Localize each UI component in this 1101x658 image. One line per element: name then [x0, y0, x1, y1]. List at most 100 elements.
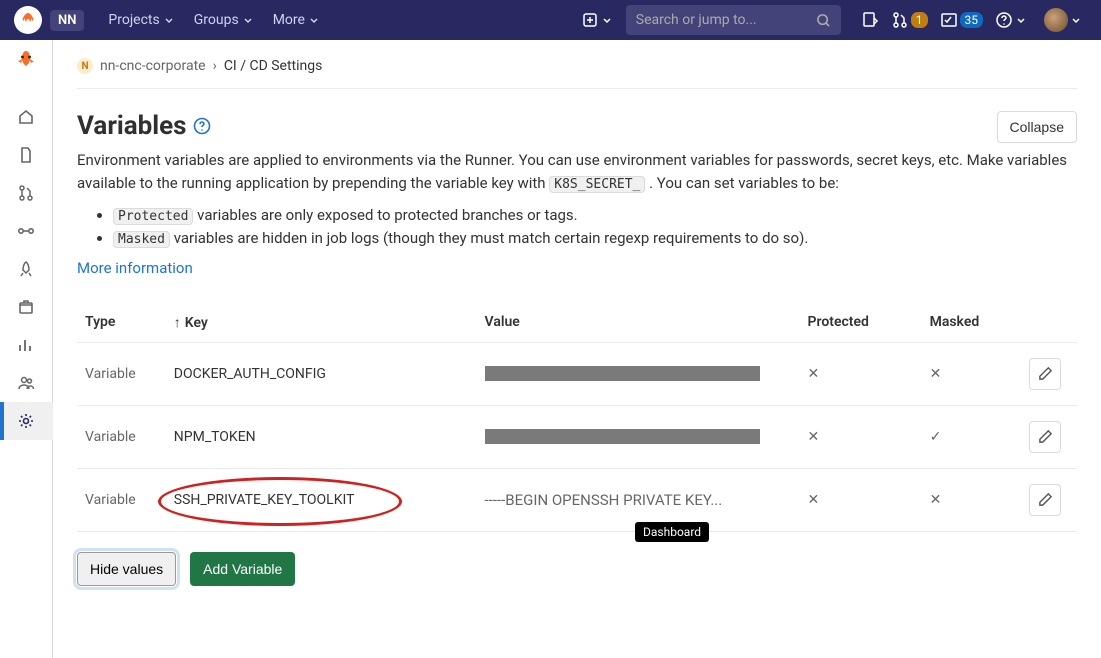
cell-masked: ✕	[922, 468, 1022, 531]
user-avatar	[1044, 8, 1068, 32]
nav-more-label: More	[273, 12, 305, 28]
pencil-icon	[1038, 366, 1053, 381]
nav-groups-label: Groups	[194, 12, 239, 28]
nav-groups[interactable]: Groups	[184, 12, 263, 28]
search-input[interactable]: Search or jump to...	[626, 5, 841, 35]
circled-highlight: SSH_PRIVATE_KEY_TOOLKIT	[174, 492, 355, 508]
col-masked[interactable]: Masked	[922, 303, 1022, 343]
sidebar-members[interactable]	[0, 364, 53, 402]
cell-value	[477, 405, 800, 468]
cell-key: DOCKER_AUTH_CONFIG	[166, 342, 477, 405]
cell-key: SSH_PRIVATE_KEY_TOOLKIT	[166, 468, 477, 531]
edit-button[interactable]	[1029, 421, 1061, 453]
sidebar-deployments[interactable]	[0, 250, 53, 288]
cell-actions	[1021, 405, 1077, 468]
cell-protected: ✕	[800, 342, 922, 405]
protected-code: Protected	[113, 208, 193, 225]
help-dropdown[interactable]	[995, 11, 1026, 29]
rocket-icon	[17, 260, 35, 278]
gear-icon	[17, 412, 35, 430]
nav-more[interactable]: More	[263, 12, 329, 28]
chevron-down-icon	[1071, 15, 1081, 25]
list-item: Masked variables are hidden in job logs …	[113, 229, 1077, 247]
more-information-link[interactable]: More information	[77, 259, 193, 277]
sidebar-settings[interactable]	[0, 402, 53, 440]
x-icon: ✕	[808, 492, 820, 508]
x-icon: ✕	[808, 429, 820, 445]
help-icon	[995, 11, 1013, 29]
search-icon	[816, 13, 831, 28]
chevron-down-icon	[243, 15, 253, 25]
col-key[interactable]: ↑Key	[166, 303, 477, 343]
sidebar-analytics[interactable]	[0, 326, 53, 364]
merge-requests-link[interactable]: 1	[891, 11, 928, 29]
hide-values-button[interactable]: Hide values	[77, 552, 176, 586]
table-row: Variable SSH_PRIVATE_KEY_TOOLKIT -----BE…	[77, 468, 1077, 531]
home-link[interactable]: NN	[50, 10, 84, 31]
merge-request-icon	[891, 11, 909, 29]
new-dropdown[interactable]	[582, 12, 612, 28]
chevron-down-icon	[309, 15, 319, 25]
cell-masked: ✕	[922, 342, 1022, 405]
search-placeholder: Search or jump to...	[636, 12, 816, 28]
cell-actions	[1021, 342, 1077, 405]
help-icon[interactable]	[193, 117, 211, 135]
col-actions	[1021, 303, 1077, 343]
check-icon: ✓	[930, 429, 942, 445]
cell-value	[477, 342, 800, 405]
value-text: -----BEGIN OPENSSH PRIVATE KEY...	[485, 491, 723, 509]
sidebar-cicd[interactable]	[0, 212, 53, 250]
app-logo[interactable]	[14, 6, 42, 34]
x-icon: ✕	[930, 366, 942, 382]
sidebar-overview[interactable]	[0, 98, 53, 136]
variables-table: Type ↑Key Value Protected Masked Variabl…	[77, 303, 1077, 532]
mr-count-badge: 1	[911, 12, 928, 28]
desc-code: K8S_SECRET_	[549, 176, 645, 193]
issues-link[interactable]	[861, 11, 879, 29]
chevron-down-icon	[602, 15, 612, 25]
cell-protected: ✕	[800, 405, 922, 468]
table-row: Variable NPM_TOKEN ✕ ✓	[77, 405, 1077, 468]
analytics-icon	[17, 336, 35, 354]
breadcrumb-current: CI / CD Settings	[224, 58, 323, 74]
section-title: Variables	[77, 111, 187, 141]
cell-type: Variable	[77, 405, 166, 468]
col-protected[interactable]: Protected	[800, 303, 922, 343]
col-type[interactable]: Type	[77, 303, 166, 343]
actions-row: Hide values Add Variable	[77, 552, 1077, 586]
masked-code: Masked	[113, 231, 170, 248]
breadcrumb-project[interactable]: nn-cnc-corporate	[100, 58, 206, 74]
edit-button[interactable]	[1029, 358, 1061, 390]
section-description: Environment variables are applied to env…	[77, 149, 1077, 196]
sidebar-packages[interactable]	[0, 288, 53, 326]
todos-link[interactable]: 35	[940, 11, 984, 29]
issues-icon	[861, 11, 879, 29]
sort-ascending-icon: ↑	[174, 315, 181, 331]
user-menu[interactable]	[1038, 8, 1081, 32]
section-header: Variables	[77, 111, 997, 141]
main-content: N nn-cnc-corporate › CI / CD Settings Va…	[53, 40, 1101, 658]
top-navbar: NN Projects Groups More Search or jump t…	[0, 0, 1101, 40]
nav-projects[interactable]: Projects	[98, 12, 183, 28]
sidebar-repository[interactable]	[0, 136, 53, 174]
cell-protected: ✕	[800, 468, 922, 531]
desc-text-post: . You can set variables to be:	[649, 174, 839, 192]
protected-text: variables are only exposed to protected …	[193, 206, 577, 224]
cell-type: Variable	[77, 468, 166, 531]
pencil-icon	[1038, 492, 1053, 507]
col-value[interactable]: Value	[477, 303, 800, 343]
sidebar-merge-requests[interactable]	[0, 174, 53, 212]
collapse-button[interactable]: Collapse	[997, 111, 1077, 143]
plus-icon	[582, 12, 598, 28]
add-variable-button[interactable]: Add Variable	[190, 552, 295, 586]
breadcrumb-separator: ›	[213, 58, 217, 74]
value-hidden-bar	[485, 429, 760, 444]
project-avatar[interactable]	[9, 46, 43, 80]
edit-button[interactable]	[1029, 484, 1061, 516]
col-key-label: Key	[185, 315, 208, 331]
cell-actions	[1021, 468, 1077, 531]
chevron-down-icon	[1016, 15, 1026, 25]
pipeline-icon	[17, 222, 35, 240]
cell-masked: ✓	[922, 405, 1022, 468]
chevron-down-icon	[164, 15, 174, 25]
